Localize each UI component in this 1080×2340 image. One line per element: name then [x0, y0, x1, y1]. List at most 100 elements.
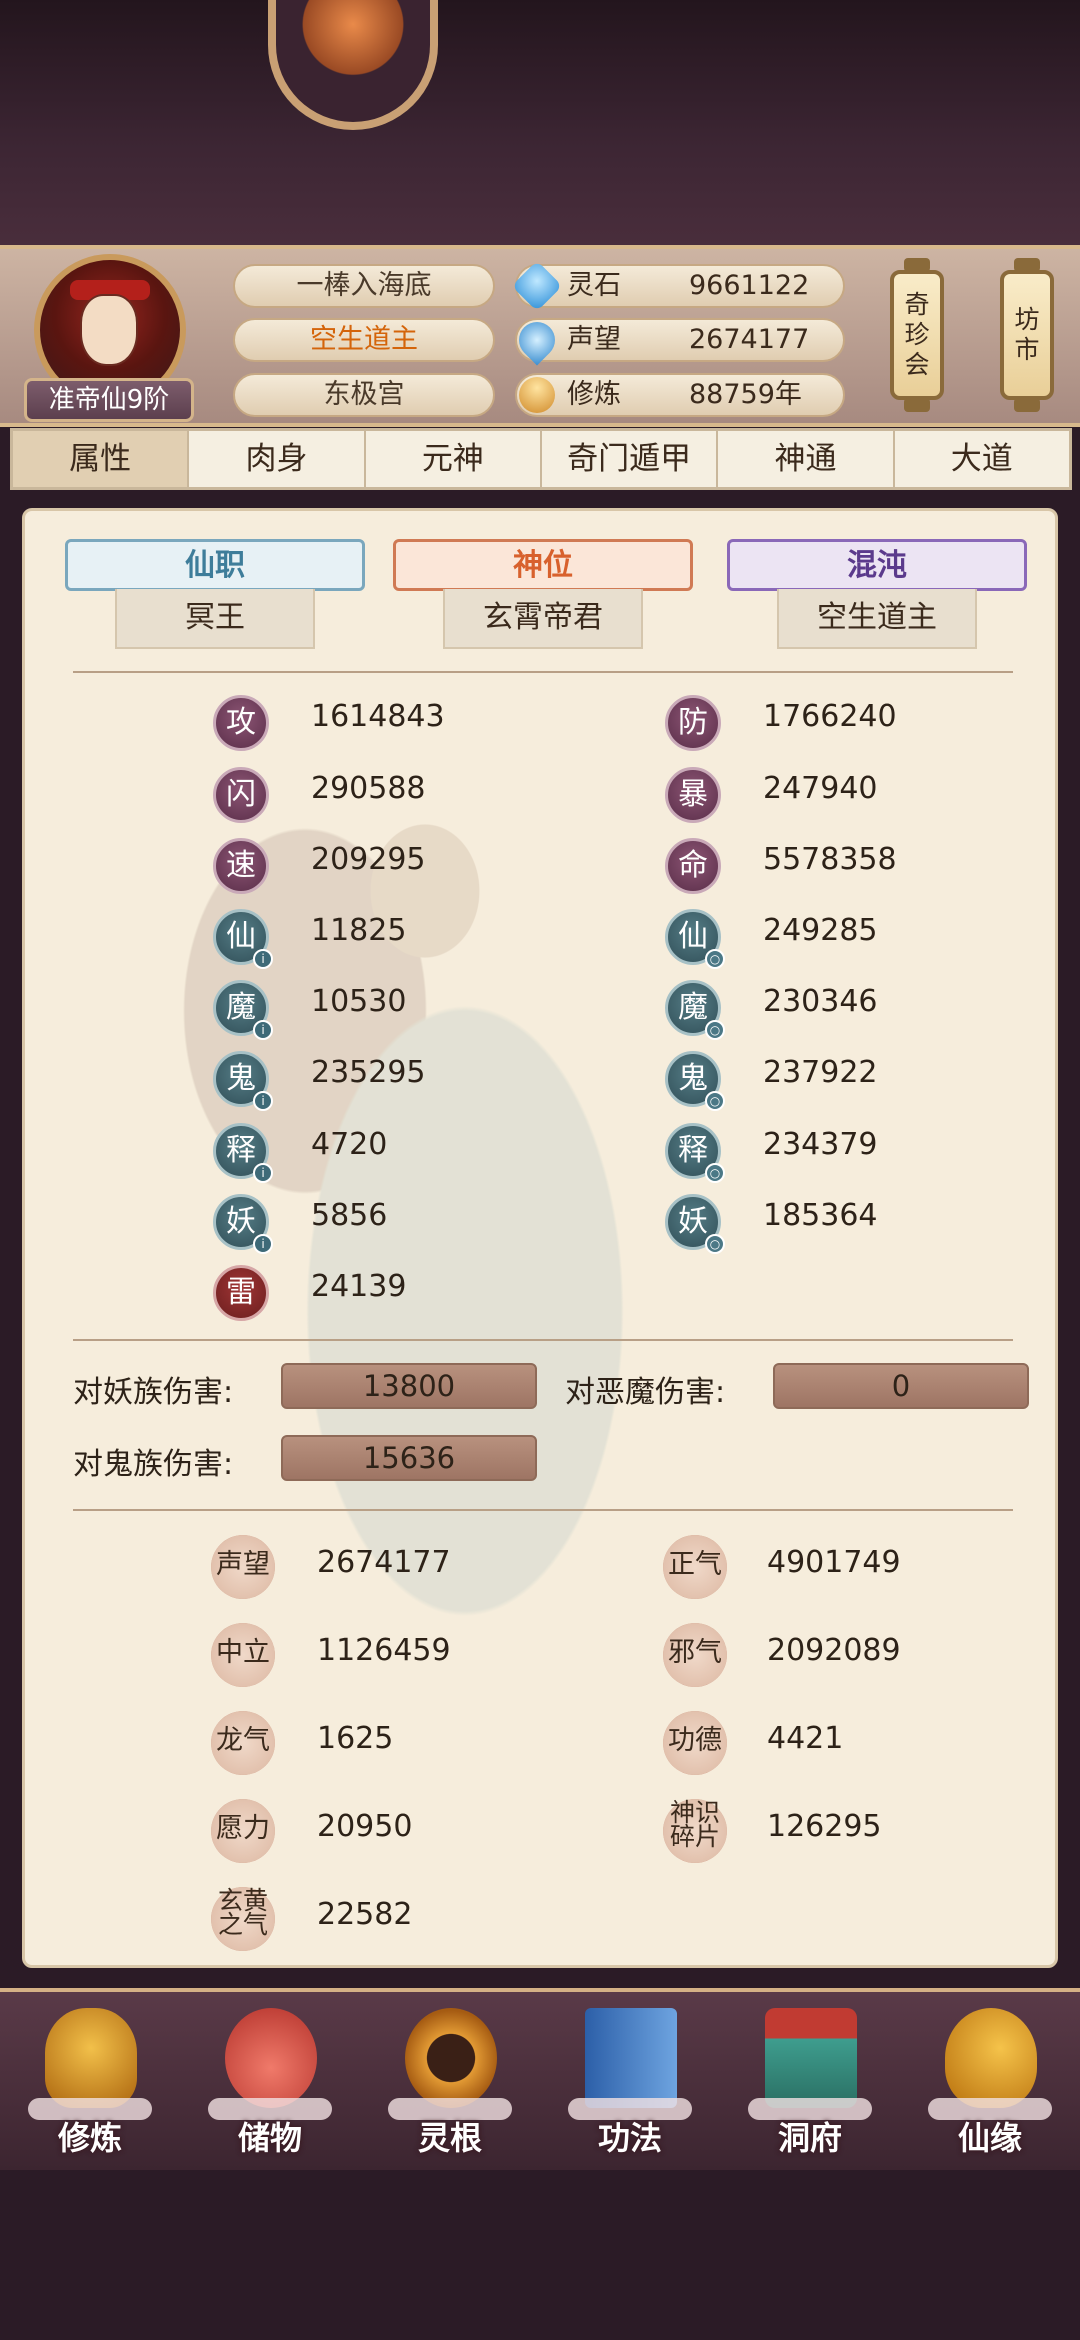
damage-label-demon: 对恶魔伤害: [565, 1375, 726, 1410]
resource-label: 声望 [567, 324, 621, 355]
rep-value-soul-shards: 126295 [767, 1809, 882, 1844]
stat-value: 4720 [311, 1127, 388, 1162]
cave-dwelling-icon [765, 2008, 857, 2108]
rep-value-reputation: 2674177 [317, 1545, 451, 1580]
tab-qimen[interactable]: 奇门遁甲 [542, 431, 719, 487]
tab-bar: 属性 肉身 元神 奇门遁甲 神通 大道 [10, 428, 1072, 490]
stat-badge: 速 [213, 838, 269, 894]
treasure-fair-label: 会 [904, 350, 930, 379]
stat-value: 24139 [311, 1269, 407, 1304]
rep-value-dragon-qi: 1625 [317, 1721, 394, 1756]
position-value-immortal-post: 冥王 [115, 589, 315, 649]
bottom-nav: 修炼 储物 灵根 功法 洞府 仙缘 [0, 1988, 1080, 2170]
stat-value: 185364 [763, 1198, 878, 1233]
resource-value: 88759年 [689, 379, 802, 410]
title-pill-1: 一棒入海底 [233, 264, 495, 308]
rank-badge: 准帝仙9阶 [24, 378, 194, 422]
info-ring-icon: ○ [705, 1163, 725, 1183]
stat-value: 290588 [311, 771, 426, 806]
damage-label-yao: 对妖族伤害: [73, 1375, 234, 1410]
nav-label: 灵根 [417, 2119, 482, 2157]
tab-spirit[interactable]: 元神 [366, 431, 542, 487]
cultivate-icon [45, 2008, 137, 2108]
info-dot-icon: i [253, 1020, 273, 1040]
stat-value: 5856 [311, 1198, 388, 1233]
treasure-fair-label: 奇 [904, 290, 930, 319]
rep-value-neutral: 1126459 [317, 1633, 451, 1668]
info-dot-icon: i [253, 1234, 273, 1254]
resource-value: 9661122 [689, 270, 810, 301]
rep-badge-reputation: 声望 [211, 1535, 275, 1599]
rep-value-wish-power: 20950 [317, 1809, 413, 1844]
stat-badge: 攻 [213, 695, 269, 751]
stat-value: 247940 [763, 771, 878, 806]
damage-value-yao: 13800 [281, 1363, 537, 1409]
spirit-root-icon [405, 2008, 497, 2108]
nav-spirit-root[interactable]: 灵根 [380, 2008, 520, 2168]
nav-label: 洞府 [777, 2119, 842, 2157]
attribute-panel: 仙职 冥王 神位 玄霄帝君 混沌 空生道主 攻 1614843 闪 290588… [22, 508, 1058, 1968]
tab-body[interactable]: 肉身 [189, 431, 366, 487]
position-title-god-rank: 神位 [393, 539, 693, 591]
nav-label: 功法 [597, 2119, 662, 2157]
cultivation-icon [519, 377, 555, 413]
divider [73, 1339, 1013, 1341]
rep-badge-righteous: 正气 [663, 1535, 727, 1599]
tab-dao[interactable]: 大道 [895, 431, 1069, 487]
info-ring-icon: ○ [705, 1020, 725, 1040]
damage-value-demon: 0 [773, 1363, 1029, 1409]
stat-badge: 命 [665, 838, 721, 894]
treasure-fair-label: 珍 [904, 320, 930, 349]
nav-cultivate[interactable]: 修炼 [20, 2008, 160, 2168]
rep-badge-soul-shards: 神识 碎片 [663, 1799, 727, 1863]
storage-bag-icon [225, 2008, 317, 2108]
position-title-chaos: 混沌 [727, 539, 1027, 591]
resource-label: 灵石 [567, 270, 621, 301]
resource-cultivation: 修炼 88759年 [515, 373, 845, 417]
nav-technique[interactable]: 功法 [560, 2008, 700, 2168]
rep-badge-xuanhuang-qi: 玄黄 之气 [211, 1887, 275, 1951]
rep-badge-evil: 邪气 [663, 1623, 727, 1687]
stat-value: 230346 [763, 984, 878, 1019]
tab-powers[interactable]: 神通 [718, 431, 895, 487]
position-value-god-rank: 玄霄帝君 [443, 589, 643, 649]
title-pill-3: 东极宫 [233, 373, 495, 417]
bottom-background [0, 2170, 1080, 2340]
rep-badge-neutral: 中立 [211, 1623, 275, 1687]
stat-value: 10530 [311, 984, 407, 1019]
treasure-fair-button[interactable]: 奇 珍 会 [890, 258, 944, 412]
resource-reputation: 声望 2674177 [511, 314, 845, 366]
info-dot-icon: i [253, 1091, 273, 1111]
stat-value: 249285 [763, 913, 878, 948]
technique-book-icon [585, 2008, 677, 2108]
stat-badge: 暴 [665, 767, 721, 823]
divider [73, 671, 1013, 673]
tab-attributes[interactable]: 属性 [13, 431, 190, 487]
stat-value: 209295 [311, 842, 426, 877]
nav-immortal-fate[interactable]: 仙缘 [920, 2008, 1060, 2168]
info-ring-icon: ○ [705, 949, 725, 969]
market-label: 坊 [1014, 305, 1040, 334]
position-title-immortal-post: 仙职 [65, 539, 365, 591]
stat-badge: 闪 [213, 767, 269, 823]
rep-value-evil: 2092089 [767, 1633, 901, 1668]
damage-label-ghost: 对鬼族伤害: [73, 1447, 234, 1482]
info-ring-icon: ○ [705, 1234, 725, 1254]
nav-storage[interactable]: 储物 [200, 2008, 340, 2168]
nav-label: 修炼 [57, 2119, 122, 2157]
market-button[interactable]: 坊 市 [1000, 258, 1054, 412]
stat-value: 237922 [763, 1055, 878, 1090]
stat-value: 5578358 [763, 842, 897, 877]
info-ring-icon: ○ [705, 1091, 725, 1111]
rep-value-xuanhuang-qi: 22582 [317, 1897, 413, 1932]
damage-value-ghost: 15636 [281, 1435, 537, 1481]
nav-label: 仙缘 [957, 2119, 1022, 2157]
immortal-fate-icon [945, 2008, 1037, 2108]
title-pill-2: 空生道主 [233, 318, 495, 362]
resource-spirit-stone: 灵石 9661122 [511, 260, 845, 312]
rep-badge-wish-power: 愿力 [211, 1799, 275, 1863]
nav-cave[interactable]: 洞府 [740, 2008, 880, 2168]
info-dot-icon: i [253, 949, 273, 969]
resource-value: 2674177 [689, 324, 810, 355]
stat-badge: 防 [665, 695, 721, 751]
